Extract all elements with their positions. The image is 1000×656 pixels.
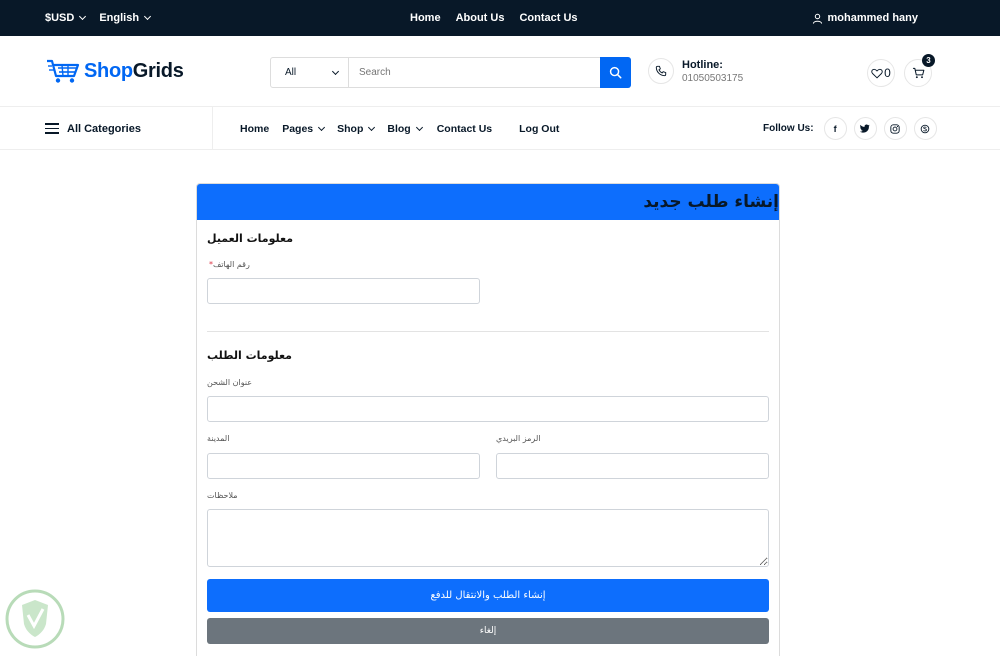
chevron-down-icon xyxy=(415,123,423,131)
search-input[interactable] xyxy=(349,58,600,87)
submit-order-button[interactable]: إنشاء الطلب والانتقال للدفع xyxy=(207,579,769,612)
main-nav: All Categories Home Pages Shop Blog Cont… xyxy=(0,107,1000,150)
postal-code-label: الرمز البريدي xyxy=(496,434,541,443)
user-name: mohammed hany xyxy=(827,12,918,24)
nav-item-pages[interactable]: Pages xyxy=(282,123,326,135)
currency-label: $USD xyxy=(45,12,75,24)
chevron-down-icon xyxy=(331,67,340,75)
search-button[interactable] xyxy=(600,57,631,88)
user-icon xyxy=(812,13,822,24)
create-order-card: إنشاء طلب جديد معلومات العميل رقم الهاتف… xyxy=(196,183,780,656)
top-link-about[interactable]: About Us xyxy=(456,12,505,24)
search-category-select[interactable]: All xyxy=(271,58,349,87)
shopping-cart-logo-icon xyxy=(47,59,80,83)
form-title: إنشاء طلب جديد xyxy=(643,192,779,212)
shield-watermark-icon xyxy=(5,589,65,649)
phone-icon xyxy=(655,65,667,77)
search-bar: All xyxy=(270,57,631,88)
phone-input[interactable] xyxy=(207,278,480,304)
currency-select[interactable]: $USD xyxy=(45,12,87,24)
nav-item-shop[interactable]: Shop xyxy=(337,123,376,135)
top-bar-links: Home About Us Contact Us xyxy=(410,0,578,36)
hotline-number: 01050503175 xyxy=(682,72,744,84)
hotline: Hotline: 01050503175 xyxy=(648,58,743,84)
postal-code-input[interactable] xyxy=(496,453,769,479)
cancel-button[interactable]: إلغاء xyxy=(207,618,769,644)
nav-item-blog[interactable]: Blog xyxy=(387,123,423,135)
nav-item-logout[interactable]: Log Out xyxy=(519,123,559,135)
chevron-down-icon xyxy=(318,123,326,131)
card-header: إنشاء طلب جديد xyxy=(197,184,779,220)
notes-textarea[interactable] xyxy=(207,509,769,567)
shipping-address-input[interactable] xyxy=(207,396,769,422)
top-bar-selectors: $USD English xyxy=(45,0,152,36)
top-link-home[interactable]: Home xyxy=(410,12,441,24)
all-categories-label: All Categories xyxy=(67,122,141,135)
user-account[interactable]: mohammed hany xyxy=(812,0,918,36)
heart-icon xyxy=(871,68,883,78)
shipping-address-label: عنوان الشحن xyxy=(207,378,253,387)
nav-menu: Home Pages Shop Blog Contact Us Log Out xyxy=(240,107,559,150)
skype-icon[interactable] xyxy=(913,117,937,140)
menu-icon xyxy=(45,123,59,134)
twitter-icon[interactable] xyxy=(853,117,877,140)
cart-count-badge: 3 xyxy=(922,54,935,67)
order-section-title: معلومات الطلب xyxy=(207,349,292,362)
chevron-down-icon xyxy=(368,123,376,131)
site-logo[interactable]: ShopGrids xyxy=(46,58,184,84)
nav-item-contact[interactable]: Contact Us xyxy=(437,123,492,135)
wishlist-button[interactable]: 0 xyxy=(867,59,895,87)
nav-item-home[interactable]: Home xyxy=(240,123,269,135)
phone-label: رقم الهاتف* xyxy=(209,260,250,269)
social-links: Follow Us: f xyxy=(763,107,937,150)
logo-text: ShopGrids xyxy=(84,59,184,82)
notes-label: ملاحظات xyxy=(207,491,238,500)
chevron-down-icon xyxy=(79,12,87,21)
hotline-label: Hotline: xyxy=(682,58,723,71)
search-icon xyxy=(609,66,622,79)
phone-icon-wrapper xyxy=(648,58,674,84)
cart-button[interactable]: 3 xyxy=(904,54,935,87)
search-category-value: All xyxy=(285,67,297,78)
all-categories-button[interactable]: All Categories xyxy=(45,107,213,150)
chevron-down-icon xyxy=(144,12,152,21)
cart-icon xyxy=(912,67,924,79)
top-link-contact[interactable]: Contact Us xyxy=(519,12,577,24)
language-label: English xyxy=(99,12,140,24)
city-input[interactable] xyxy=(207,453,480,479)
top-bar: $USD English Home About Us Contact Us mo… xyxy=(0,0,1000,36)
city-label: المدينة xyxy=(207,434,230,443)
facebook-icon[interactable]: f xyxy=(823,117,847,140)
wishlist-count: 0 xyxy=(884,66,891,80)
site-header: ShopGrids All Hotline: 01050503175 0 3 xyxy=(0,36,1000,107)
follow-label: Follow Us: xyxy=(763,123,814,134)
customer-section-title: معلومات العميل xyxy=(207,232,294,245)
section-divider xyxy=(207,331,769,332)
instagram-icon[interactable] xyxy=(883,117,907,140)
language-select[interactable]: English xyxy=(99,12,152,24)
